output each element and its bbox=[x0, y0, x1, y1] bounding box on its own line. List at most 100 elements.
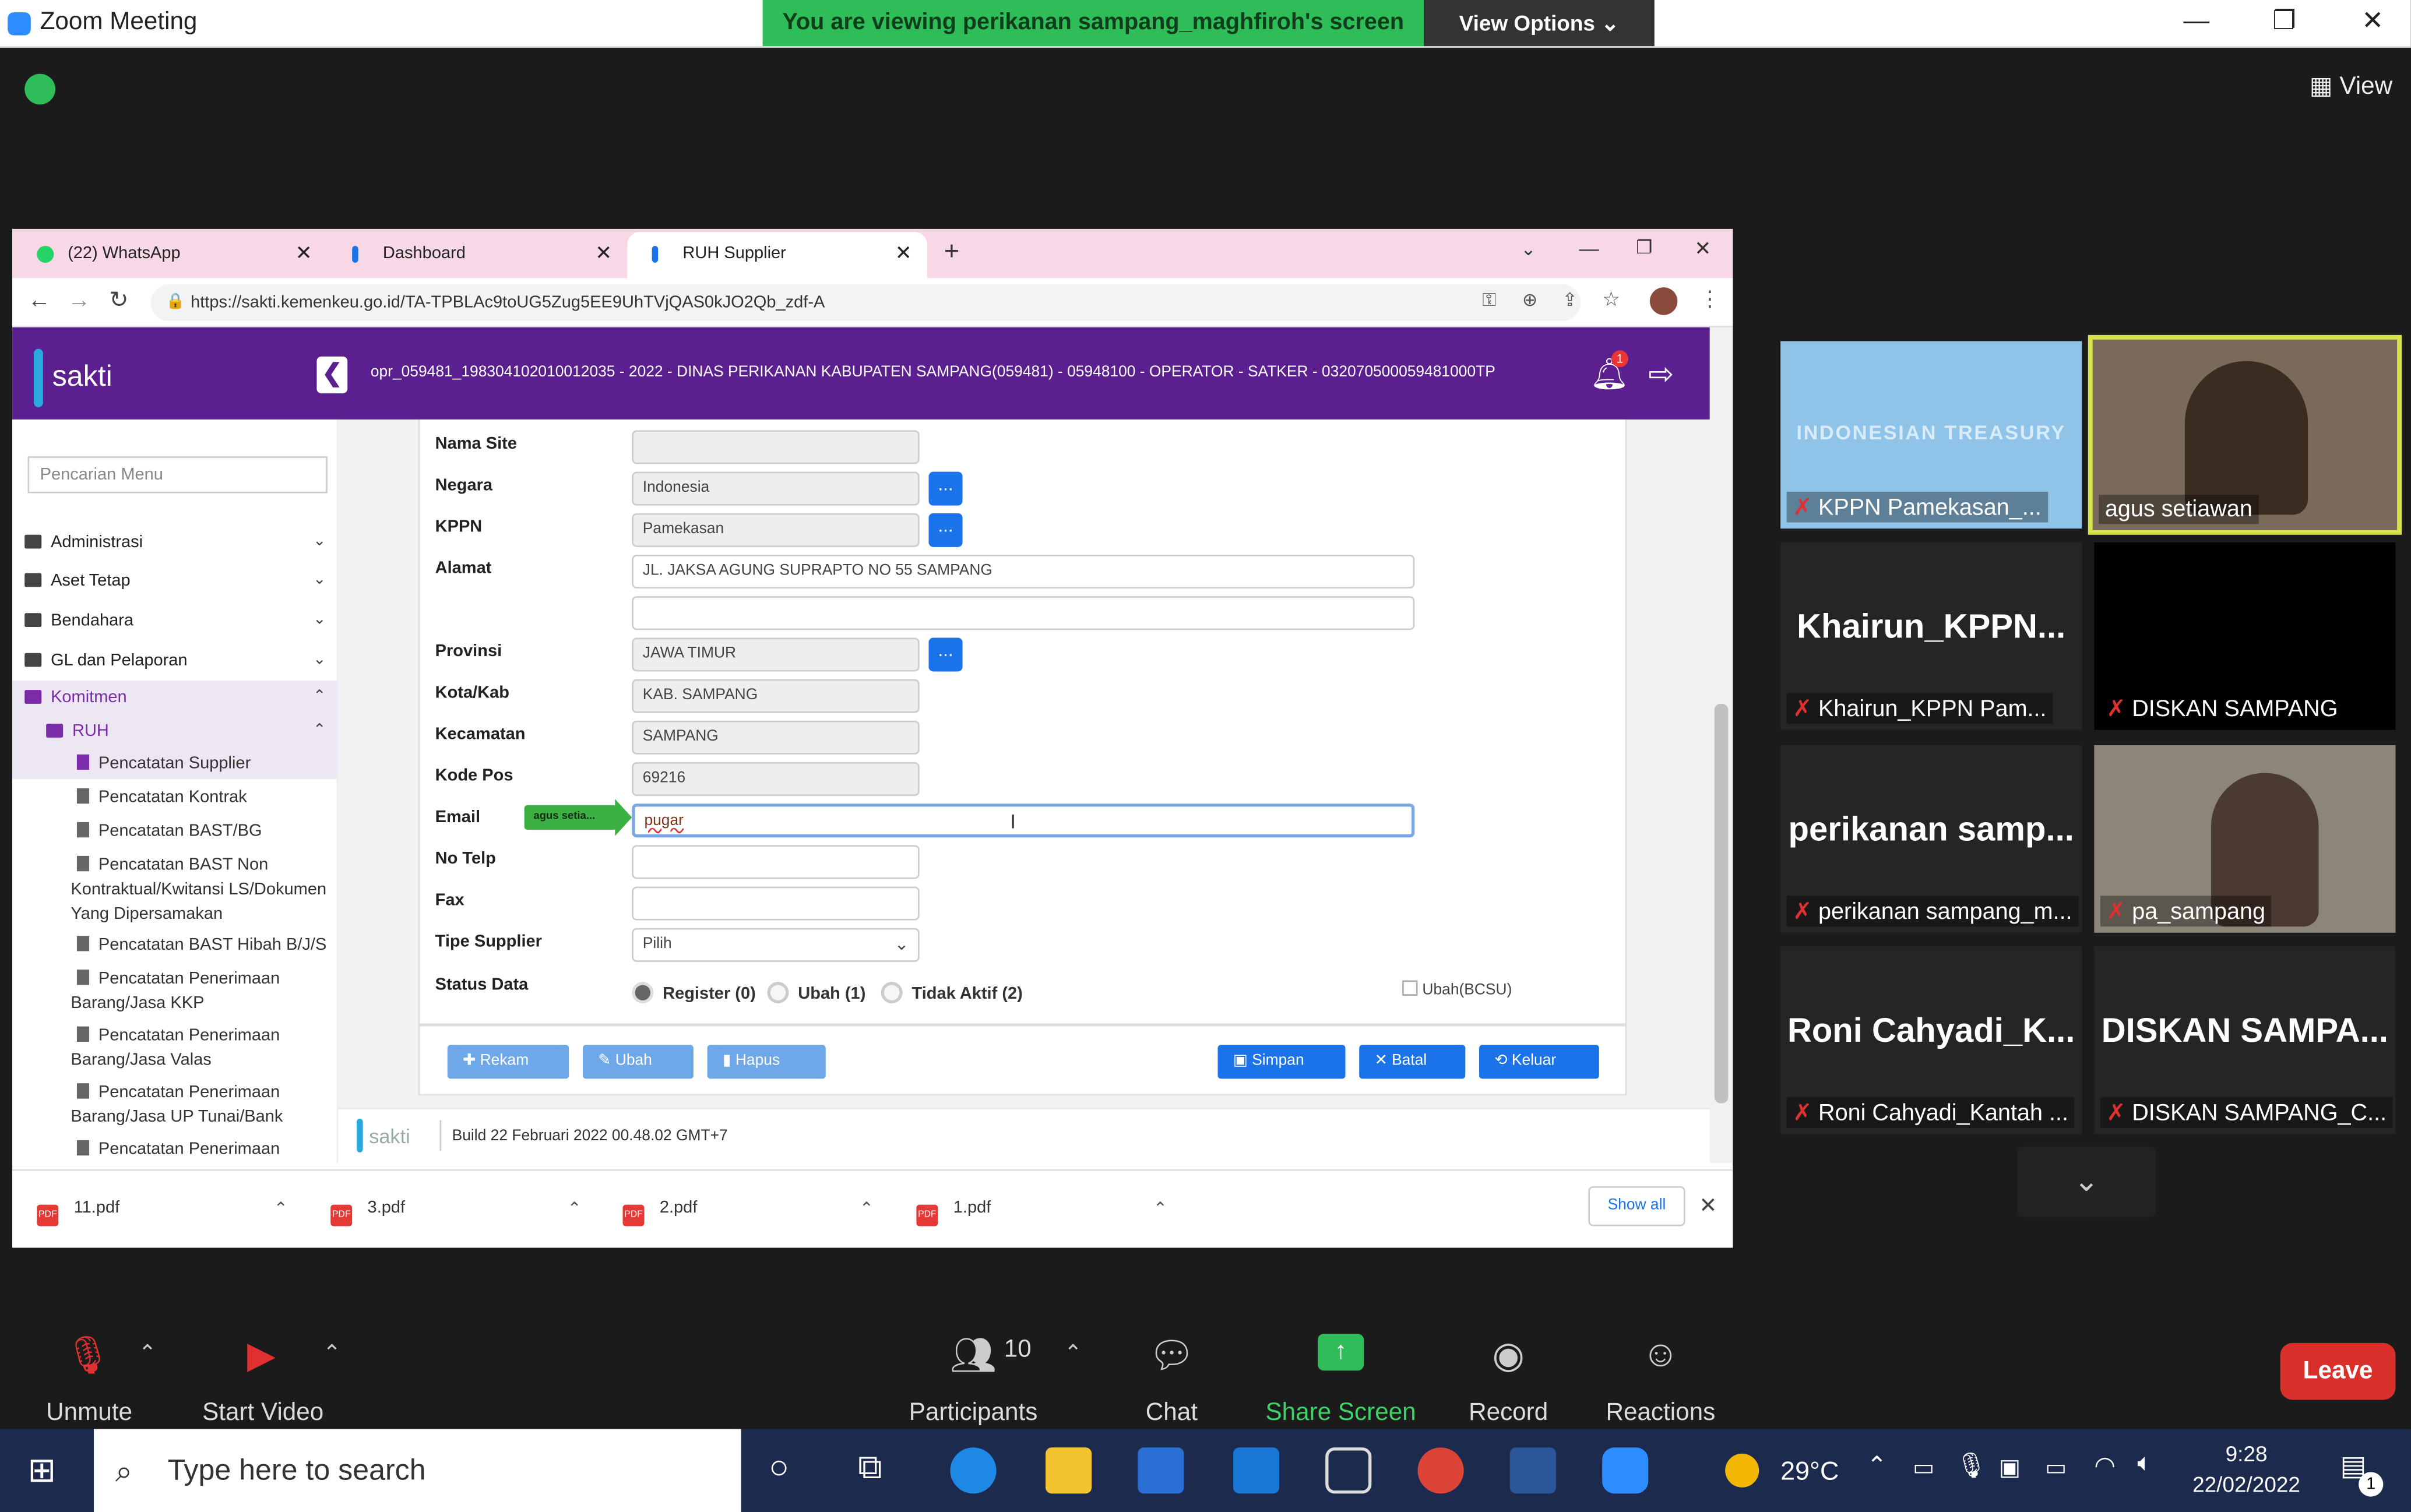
menu-leaf-pencatatan-supplier[interactable]: Pencatatan Supplier bbox=[76, 752, 329, 776]
participant-tile[interactable]: Roni Cahyadi_K... ✗ Roni Cahyadi_Kantah ..… bbox=[1780, 946, 2082, 1134]
taskbar-clock[interactable]: 9:28 22/02/2022 bbox=[2180, 1438, 2313, 1499]
show-all-button[interactable]: Show all bbox=[1588, 1186, 1685, 1226]
wifi-icon[interactable]: ◠ bbox=[2094, 1451, 2116, 1482]
unmute-button[interactable]: Unmute bbox=[31, 1400, 148, 1427]
minimize-icon[interactable]: — bbox=[2183, 6, 2209, 37]
download-item[interactable]: PDF 1.pdf ⌃ bbox=[916, 1199, 1193, 1226]
collapse-sidebar-button[interactable]: ❮ bbox=[316, 356, 348, 394]
new-tab-icon[interactable]: + bbox=[944, 237, 959, 267]
negara-lookup-button[interactable]: ... bbox=[928, 471, 963, 506]
download-item[interactable]: PDF 2.pdf ⌃ bbox=[622, 1199, 900, 1226]
kota-input[interactable]: KAB. SAMPANG bbox=[632, 679, 920, 713]
reactions-button[interactable]: Reactions bbox=[1599, 1400, 1722, 1427]
store-icon[interactable] bbox=[1138, 1447, 1184, 1494]
task-view-icon[interactable]: ⧉ bbox=[858, 1447, 882, 1488]
record-button[interactable]: Record bbox=[1460, 1400, 1556, 1427]
menu-ruh[interactable]: RUH ⌃ bbox=[12, 714, 337, 749]
close-tab-icon[interactable]: ✕ bbox=[895, 232, 912, 275]
batal-button[interactable]: ✕ Batal bbox=[1359, 1045, 1466, 1079]
menu-leaf-penerimaan-up-tunai[interactable]: Pencatatan Penerimaan Barang/Jasa UP Tun… bbox=[71, 1080, 332, 1129]
menu-leaf-pencatatan-kontrak[interactable]: Pencatatan Kontrak bbox=[76, 785, 329, 810]
menu-leaf-pencatatan-bast-bg[interactable]: Pencatatan BAST/BG bbox=[76, 819, 329, 844]
logout-icon[interactable]: ⇨ bbox=[1648, 355, 1674, 393]
video-options-chevron-icon[interactable]: ⌃ bbox=[323, 1340, 341, 1366]
menu-administrasi[interactable]: Administrasi ⌄ bbox=[12, 533, 337, 552]
no-telp-input[interactable] bbox=[632, 845, 920, 879]
simpan-button[interactable]: ▣ Simpan bbox=[1217, 1045, 1346, 1079]
chat-button[interactable]: Chat bbox=[1132, 1400, 1212, 1427]
menu-leaf-pencatatan-bast-non-kontraktual[interactable]: Pencatatan BAST Non Kontraktual/Kwitansi… bbox=[71, 853, 332, 927]
negara-input[interactable]: Indonesia bbox=[632, 471, 920, 506]
app-cube-icon[interactable] bbox=[1325, 1447, 1372, 1494]
video-off-icon[interactable]: ▶ bbox=[234, 1334, 289, 1378]
reactions-icon[interactable]: ☺ bbox=[1636, 1334, 1685, 1377]
menu-leaf-penerimaan-valas[interactable]: Pencatatan Penerimaan Barang/Jasa Valas bbox=[71, 1023, 332, 1072]
kppn-input[interactable]: Pamekasan bbox=[632, 513, 920, 547]
word-icon[interactable] bbox=[1509, 1447, 1556, 1494]
provinsi-lookup-button[interactable]: ... bbox=[928, 637, 963, 672]
share-screen-button[interactable]: Share Screen bbox=[1261, 1400, 1420, 1427]
alamat-input[interactable]: JL. JAKSA AGUNG SUPRAPTO NO 55 SAMPANG bbox=[632, 555, 1415, 589]
tab-whatsapp[interactable]: (22) WhatsApp ✕ bbox=[12, 232, 328, 278]
participants-button[interactable]: Participants bbox=[904, 1400, 1042, 1427]
participant-tile[interactable]: ✗ pa_sampang bbox=[2094, 745, 2396, 933]
chrome-icon[interactable] bbox=[1417, 1447, 1464, 1494]
ubah-bcsu-checkbox[interactable]: Ubah(BCSU) bbox=[1402, 980, 1512, 999]
zoom-icon[interactable]: ⊕ bbox=[1522, 289, 1538, 311]
view-button[interactable]: ▦ View bbox=[2310, 71, 2392, 101]
browser-restore-icon[interactable]: ❐ bbox=[1636, 237, 1652, 258]
participant-tile[interactable]: DISKAN SAMPA... ✗ DISKAN SAMPANG_C... bbox=[2094, 946, 2396, 1134]
leave-button[interactable]: Leave bbox=[2280, 1342, 2396, 1400]
close-icon[interactable]: ✕ bbox=[2361, 6, 2384, 37]
scrollbar-thumb[interactable] bbox=[1714, 703, 1729, 1104]
browser-minimize-icon[interactable]: — bbox=[1579, 237, 1599, 260]
close-tab-icon[interactable]: ✕ bbox=[595, 232, 612, 275]
participant-tile[interactable]: Khairun_KPPN... ✗ Khairun_KPPN Pam... bbox=[1780, 542, 2082, 730]
ubah-button[interactable]: ✎ Ubah bbox=[582, 1045, 694, 1079]
restore-icon[interactable]: ❐ bbox=[2272, 6, 2296, 37]
chevron-up-icon[interactable]: ⌃ bbox=[1153, 1199, 1167, 1219]
tab-search-icon[interactable]: ⌄ bbox=[1520, 238, 1536, 260]
close-download-bar-icon[interactable]: ✕ bbox=[1699, 1192, 1717, 1218]
taskbar-search-input[interactable]: ⌕ Type here to search bbox=[93, 1429, 741, 1512]
battery-icon[interactable]: ▭ bbox=[2045, 1454, 2067, 1481]
volume-icon[interactable]: 🔈︎ bbox=[2137, 1451, 2152, 1478]
mail-icon[interactable] bbox=[1233, 1447, 1280, 1494]
meet-now-icon[interactable]: ▭ bbox=[1913, 1454, 1934, 1481]
windows-start-icon[interactable]: ⊞ bbox=[27, 1451, 56, 1491]
download-item[interactable]: PDF 11.pdf ⌃ bbox=[37, 1199, 314, 1226]
zoom-taskbar-icon[interactable] bbox=[1602, 1447, 1649, 1494]
tab-ruh-supplier[interactable]: RUH Supplier ✕ bbox=[627, 232, 927, 279]
kecamatan-input[interactable]: SAMPANG bbox=[632, 720, 920, 755]
record-icon[interactable]: ◉ bbox=[1486, 1334, 1532, 1378]
page-scrollbar[interactable] bbox=[1709, 327, 1733, 1164]
menu-leaf-penerimaan-kkp[interactable]: Pencatatan Penerimaan Barang/Jasa KKP bbox=[71, 967, 332, 1016]
security-shield-icon[interactable] bbox=[24, 73, 55, 105]
keluar-button[interactable]: ⟲ Keluar bbox=[1479, 1045, 1599, 1079]
status-register-radio[interactable]: Register (0) bbox=[632, 982, 756, 1004]
menu-leaf-penerimaan[interactable]: Pencatatan Penerimaan bbox=[76, 1137, 329, 1162]
fax-input[interactable] bbox=[632, 886, 920, 921]
kode-pos-input[interactable]: 69216 bbox=[632, 762, 920, 796]
forward-icon[interactable]: → bbox=[68, 287, 91, 313]
browser-close-icon[interactable]: ✕ bbox=[1694, 237, 1711, 261]
participants-icon[interactable]: 👥︎ bbox=[947, 1334, 999, 1378]
menu-aset-tetap[interactable]: Aset Tetap ⌄ bbox=[12, 572, 337, 590]
microphone-icon[interactable]: 🎙︎ bbox=[1956, 1451, 1987, 1482]
mic-muted-icon[interactable]: 🎙︎ bbox=[62, 1334, 114, 1378]
back-icon[interactable]: ← bbox=[27, 287, 51, 313]
display-icon[interactable]: ▣ bbox=[1999, 1454, 2021, 1481]
menu-leaf-pencatatan-bast-hibah[interactable]: Pencatatan BAST Hibah B/J/S bbox=[76, 933, 329, 957]
cortana-icon[interactable]: ○ bbox=[769, 1447, 789, 1488]
url-input[interactable]: 🔒 https://sakti.kemenkeu.go.id/TA-TPBLAc9… bbox=[150, 284, 1581, 322]
file-explorer-icon[interactable] bbox=[1046, 1447, 1092, 1494]
status-ubah-radio[interactable]: Ubah (1) bbox=[767, 982, 865, 1004]
hapus-button[interactable]: ▮ Hapus bbox=[707, 1045, 826, 1079]
show-hidden-icons-chevron-icon[interactable]: ⌃ bbox=[1867, 1451, 1887, 1482]
menu-search-input[interactable]: Pencarian Menu bbox=[27, 456, 328, 494]
alamat2-input[interactable] bbox=[632, 596, 1415, 630]
menu-gl-dan-pelaporan[interactable]: GL dan Pelaporan ⌄ bbox=[12, 651, 337, 670]
download-item[interactable]: PDF 3.pdf ⌃ bbox=[330, 1199, 607, 1226]
share-screen-icon[interactable]: ↑ bbox=[1318, 1334, 1364, 1371]
participants-chevron-icon[interactable]: ⌃ bbox=[1064, 1340, 1082, 1366]
